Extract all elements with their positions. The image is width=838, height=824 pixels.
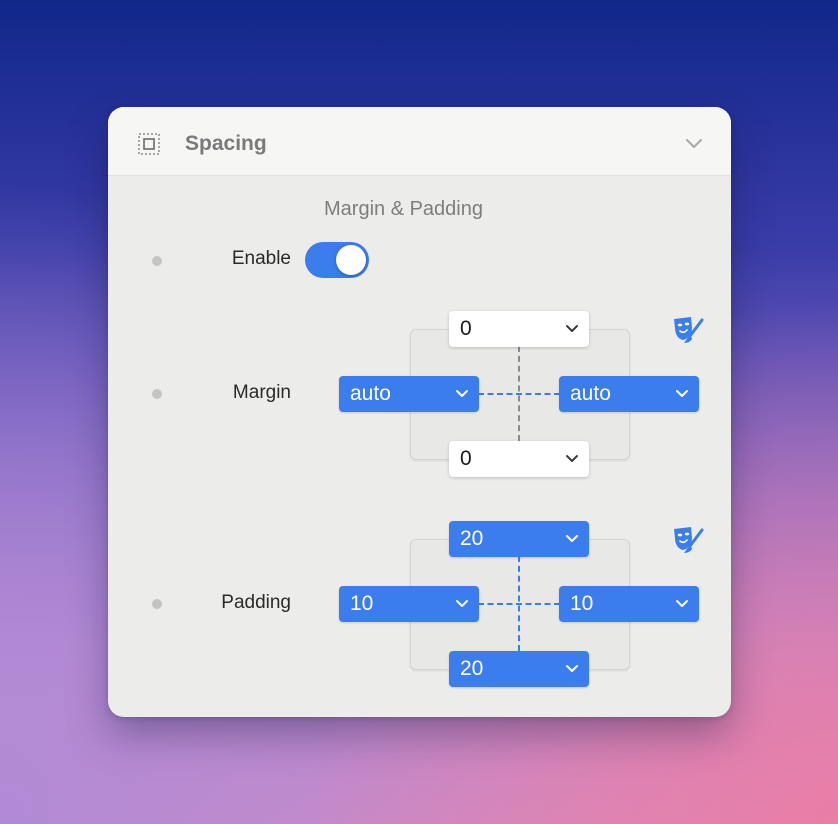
margin-bottom-value: 0 [460,447,472,470]
chevron-down-icon [676,390,688,397]
margin-bottom-select[interactable]: 0 [449,441,589,477]
spacing-panel: Spacing Margin & Padding Enable Margin 0… [108,107,731,717]
padding-theme-masks-icon[interactable] [671,524,705,556]
margin-left-value: auto [350,382,391,405]
margin-horizontal-guide [478,393,560,395]
toggle-knob [336,245,366,275]
margin-left-select[interactable]: auto [339,376,479,412]
spacing-box-icon [138,133,160,155]
padding-right-select[interactable]: 10 [559,586,699,622]
chevron-down-icon[interactable] [684,137,704,151]
chevron-down-icon [456,390,468,397]
enable-label: Enable [231,248,291,269]
margin-label: Margin [232,382,291,403]
margin-top-value: 0 [460,317,472,340]
padding-top-value: 20 [460,527,484,550]
padding-bottom-select[interactable]: 20 [449,651,589,687]
margin-top-select[interactable]: 0 [449,311,589,347]
panel-header[interactable]: Spacing [108,107,731,176]
padding-bottom-value: 20 [460,657,484,680]
chevron-down-icon [676,600,688,607]
chevron-down-icon [566,325,578,332]
padding-left-select[interactable]: 10 [339,586,479,622]
padding-label: Padding [221,592,291,613]
padding-left-value: 10 [350,592,374,615]
margin-right-value: auto [570,382,611,405]
chevron-down-icon [566,535,578,542]
padding-horizontal-guide [478,603,560,605]
section-title: Margin & Padding [324,198,483,220]
padding-right-value: 10 [570,592,594,615]
chevron-down-icon [566,665,578,672]
chevron-down-icon [566,455,578,462]
padding-top-select[interactable]: 20 [449,521,589,557]
margin-theme-masks-icon[interactable] [671,314,705,346]
chevron-down-icon [456,600,468,607]
panel-title: Spacing [185,132,267,155]
enable-toggle[interactable] [305,242,369,278]
margin-right-select[interactable]: auto [559,376,699,412]
